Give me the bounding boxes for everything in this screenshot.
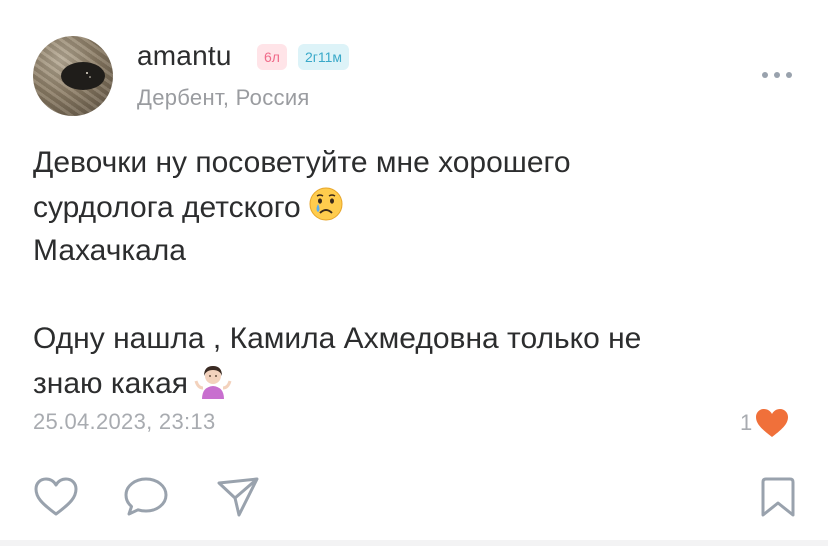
- text-line-3: Махачкала: [33, 234, 186, 267]
- comment-button[interactable]: [122, 473, 170, 521]
- more-dot-icon: [786, 72, 792, 78]
- post-card: amantu 6л 2г11м Дербент, Россия Девочки …: [0, 0, 828, 546]
- crescent-moon-icon: [71, 69, 91, 83]
- likes-summary[interactable]: 1: [740, 408, 789, 438]
- heart-filled-icon: [756, 409, 789, 437]
- likes-count: 1: [740, 410, 753, 435]
- more-dot-icon: [762, 72, 768, 78]
- author-username[interactable]: amantu: [137, 40, 232, 72]
- membership-duration-badge: 2г11м: [298, 44, 350, 70]
- more-options-button[interactable]: [760, 70, 794, 80]
- post-text-line: знаю какая: [33, 361, 793, 405]
- card-bottom-divider: [0, 540, 828, 546]
- comment-icon: [124, 477, 168, 516]
- bookmark-button[interactable]: [754, 473, 802, 521]
- share-icon: [217, 477, 259, 517]
- avatar-badge: [61, 62, 105, 90]
- age-badge: 6л: [257, 44, 287, 70]
- text-line-1: Девочки ну посоветуйте мне хорошего: [33, 146, 571, 179]
- bookmark-icon: [761, 477, 795, 517]
- share-button[interactable]: [214, 473, 262, 521]
- post-text-line: Девочки ну посоветуйте мне хорошего: [33, 141, 793, 185]
- post-text-line: [33, 273, 793, 317]
- text-line-5: Одну нашла , Камила Ахмедовна только не: [33, 322, 642, 355]
- post-text: Девочки ну посоветуйте мне хорошего сурд…: [33, 141, 793, 405]
- author-location: Дербент, Россия: [137, 85, 310, 110]
- post-text-line: Одну нашла , Камила Ахмедовна только не: [33, 317, 793, 361]
- crying-face-emoji-icon: [307, 185, 345, 236]
- more-dot-icon: [774, 72, 780, 78]
- avatar[interactable]: [33, 36, 113, 116]
- heart-outline-icon: [34, 477, 78, 516]
- like-button[interactable]: [32, 473, 80, 521]
- post-text-line: Махачкала: [33, 229, 793, 273]
- woman-shrugging-emoji-icon: [194, 361, 232, 412]
- text-line-6: знаю какая: [33, 367, 189, 400]
- post-text-line: сурдолога детского: [33, 185, 793, 229]
- text-line-2: сурдолога детского: [33, 191, 301, 224]
- post-timestamp: 25.04.2023, 23:13: [33, 409, 216, 434]
